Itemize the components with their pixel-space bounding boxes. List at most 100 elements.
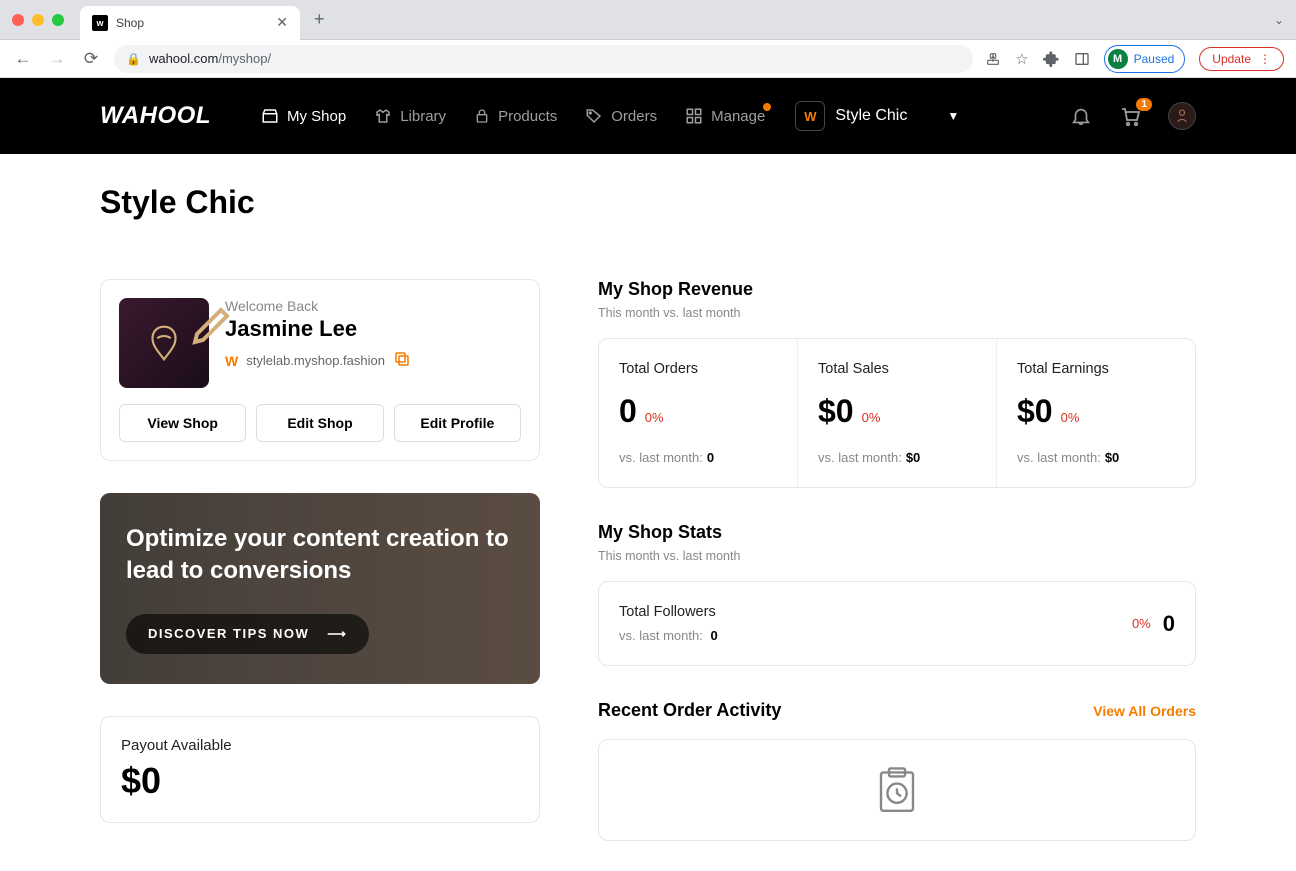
update-label: Update xyxy=(1212,52,1251,66)
revenue-col-sales: Total Sales $00% vs. last month:$0 xyxy=(798,339,997,487)
shop-switcher-avatar-icon: W xyxy=(795,101,825,131)
view-shop-button[interactable]: View Shop xyxy=(119,404,246,442)
maximize-window-button[interactable] xyxy=(52,14,64,26)
reload-button[interactable]: ⟳ xyxy=(80,49,102,69)
lock-icon xyxy=(474,107,490,125)
nav-label: Products xyxy=(498,108,557,125)
stats-title: My Shop Stats xyxy=(598,522,1196,543)
back-button[interactable]: ← xyxy=(12,49,34,69)
browser-toolbar: ← → ⟳ 🔒 wahool.com/myshop/ ☆ M Paused Up… xyxy=(0,40,1296,78)
revenue-subtitle: This month vs. last month xyxy=(598,306,1196,320)
shop-url: stylelab.myshop.fashion xyxy=(246,353,385,368)
extensions-icon[interactable] xyxy=(1043,50,1060,67)
clipboard-clock-icon xyxy=(867,766,927,814)
shop-switcher[interactable]: W Style Chic ▼ xyxy=(795,101,959,131)
edit-shop-button[interactable]: Edit Shop xyxy=(256,404,383,442)
close-window-button[interactable] xyxy=(12,14,24,26)
followers-pct: 0% xyxy=(1132,616,1151,631)
followers-label: Total Followers xyxy=(619,604,718,620)
nav-label: Manage xyxy=(711,108,765,125)
nav-my-shop[interactable]: My Shop xyxy=(261,107,346,125)
forward-button[interactable]: → xyxy=(46,49,68,69)
payout-card: Payout Available $0 xyxy=(100,716,540,823)
tab-title: Shop xyxy=(116,16,268,30)
profile-card: Welcome Back Jasmine Lee W stylelab.mysh… xyxy=(100,279,540,461)
arrow-right-icon: ⟶ xyxy=(327,626,347,642)
nav-label: Library xyxy=(400,108,446,125)
rev-label: Total Sales xyxy=(818,361,976,377)
promo-title: Optimize your content creation tolead to… xyxy=(126,523,514,588)
page-title: Style Chic xyxy=(100,184,1196,221)
update-chip[interactable]: Update ⋮ xyxy=(1199,47,1284,71)
discover-tips-button[interactable]: DISCOVER TIPS NOW ⟶ xyxy=(126,614,369,654)
profile-paused-chip[interactable]: M Paused xyxy=(1104,45,1186,73)
rev-value: $0 xyxy=(818,393,854,430)
share-icon[interactable] xyxy=(985,51,1001,67)
recent-orders-card xyxy=(598,739,1196,841)
revenue-col-orders: Total Orders 00% vs. last month:0 xyxy=(599,339,798,487)
rev-pct: 0% xyxy=(862,410,881,425)
shirt-icon xyxy=(374,107,392,125)
promo-banner: Optimize your content creation tolead to… xyxy=(100,493,540,684)
new-tab-button[interactable]: + xyxy=(314,9,325,30)
bookmark-star-icon[interactable]: ☆ xyxy=(1015,50,1028,68)
view-all-orders-link[interactable]: View All Orders xyxy=(1093,703,1196,719)
profile-avatar-icon: M xyxy=(1108,49,1128,69)
nav-products[interactable]: Products xyxy=(474,107,557,125)
stats-subtitle: This month vs. last month xyxy=(598,549,1196,563)
copy-icon[interactable] xyxy=(393,350,411,371)
promo-cta-label: DISCOVER TIPS NOW xyxy=(148,626,309,641)
revenue-card: Total Orders 00% vs. last month:0 Total … xyxy=(598,338,1196,488)
rev-pct: 0% xyxy=(1061,410,1080,425)
nav-orders[interactable]: Orders xyxy=(585,107,657,125)
edit-avatar-icon[interactable] xyxy=(187,302,205,320)
followers-value: 0 xyxy=(1163,611,1175,637)
shop-icon xyxy=(261,107,279,125)
recent-title: Recent Order Activity xyxy=(598,700,781,721)
cart-badge: 1 xyxy=(1136,98,1152,111)
kebab-icon: ⋮ xyxy=(1259,52,1271,66)
nav-label: My Shop xyxy=(287,108,346,125)
rev-label: Total Orders xyxy=(619,361,777,377)
payout-value: $0 xyxy=(121,760,519,802)
stats-card: Total Followers vs. last month: 0 0% 0 xyxy=(598,581,1196,666)
minimize-window-button[interactable] xyxy=(32,14,44,26)
payout-label: Payout Available xyxy=(121,737,519,754)
lock-icon: 🔒 xyxy=(126,52,141,66)
nav-manage[interactable]: Manage xyxy=(685,107,765,125)
sidepanel-icon[interactable] xyxy=(1074,51,1090,67)
chevron-down-icon: ▼ xyxy=(947,109,959,123)
revenue-title: My Shop Revenue xyxy=(598,279,1196,300)
address-bar[interactable]: 🔒 wahool.com/myshop/ xyxy=(114,45,973,73)
edit-profile-button[interactable]: Edit Profile xyxy=(394,404,521,442)
shop-avatar[interactable] xyxy=(119,298,209,388)
rev-label: Total Earnings xyxy=(1017,361,1175,377)
url-domain: wahool.com xyxy=(149,51,218,66)
user-avatar-button[interactable] xyxy=(1168,102,1196,130)
brand-logo[interactable]: WAHOOL xyxy=(100,102,211,130)
profile-name: Jasmine Lee xyxy=(225,316,521,342)
grid-icon xyxy=(685,107,703,125)
nav-library[interactable]: Library xyxy=(374,107,446,125)
cart-button[interactable]: 1 xyxy=(1118,104,1142,128)
rev-value: $0 xyxy=(1017,393,1053,430)
tab-favicon-icon: w xyxy=(92,15,108,31)
url-path: /myshop/ xyxy=(218,51,271,66)
welcome-text: Welcome Back xyxy=(225,298,521,314)
rev-pct: 0% xyxy=(645,410,664,425)
browser-tab-bar: w Shop ✕ + ⌄ xyxy=(0,0,1296,40)
shop-switcher-label: Style Chic xyxy=(835,107,907,125)
revenue-col-earnings: Total Earnings $00% vs. last month:$0 xyxy=(997,339,1195,487)
browser-tab[interactable]: w Shop ✕ xyxy=(80,6,300,40)
url-brand-icon: W xyxy=(225,353,238,369)
rev-value: 0 xyxy=(619,393,637,430)
tabs-overflow-icon[interactable]: ⌄ xyxy=(1274,13,1284,27)
tag-icon xyxy=(585,107,603,125)
main-nav: My Shop Library Products Orders Manage xyxy=(261,107,765,125)
nav-badge-dot-icon xyxy=(763,103,771,111)
notifications-button[interactable] xyxy=(1070,105,1092,127)
window-controls xyxy=(12,14,64,26)
tab-close-icon[interactable]: ✕ xyxy=(276,14,288,31)
paused-label: Paused xyxy=(1134,52,1175,66)
nav-label: Orders xyxy=(611,108,657,125)
